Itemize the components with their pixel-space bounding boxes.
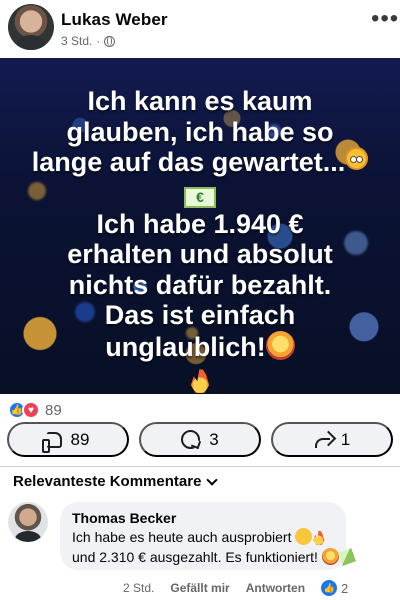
comment-reaction-count[interactable]: 👍 2 [321, 580, 348, 596]
post-text-line-7: Das ist einfach [104, 300, 296, 330]
post-text-line-3: lange auf das gewartet... [16, 147, 384, 178]
post-text-line-3-copy: lange auf das gewartet... [31, 147, 346, 177]
reaction-summary[interactable]: 👍 ♥ 89 [8, 399, 62, 421]
post-image-text: Ich kann es kaum glauben, ich habe so la… [16, 86, 384, 394]
comment-button[interactable]: 3 [139, 422, 261, 457]
post-text-line-1: Ich kann es kaum [87, 86, 313, 116]
post-text-line-8-copy: unglaublich! [105, 331, 266, 362]
post-text-line-2: glauben, ich habe so [66, 116, 334, 147]
meta-separator: · [96, 34, 101, 48]
love-reaction-icon: ♥ [22, 401, 40, 419]
comment-text-line-2-copy: und 2.310 € ausgezahlt. Es funktioniert! [72, 549, 318, 565]
comment-text-line-2: und 2.310 € ausgezahlt. Es funktioniert! [72, 547, 356, 567]
comments-section-title: Relevanteste Kommentare [13, 473, 202, 490]
comment-icon [181, 430, 201, 449]
post-text-line-8: unglaublich! [16, 330, 384, 363]
post-time[interactable]: 3 Std. [61, 34, 92, 48]
like-count: 89 [70, 429, 90, 449]
comment-reply-button[interactable]: Antworten [246, 581, 305, 595]
fire-icon [313, 528, 325, 545]
post-author-name[interactable]: Lukas Weber [61, 10, 168, 30]
post-image[interactable]: Ich kann es kaum glauben, ich habe so la… [0, 58, 400, 394]
share-button[interactable]: 1 [271, 422, 393, 457]
comment-like-count: 2 [341, 580, 349, 596]
mind-blown-icon [321, 548, 339, 565]
share-arrow-icon [314, 431, 332, 449]
thumb-up-icon [41, 431, 62, 453]
chevron-down-icon [206, 473, 219, 486]
post-meta: 3 Std. · [61, 34, 116, 48]
money-icon: € [184, 186, 216, 208]
comment-like-button[interactable]: Gefällt mir [170, 581, 229, 595]
like-button[interactable]: 89 [7, 422, 129, 457]
comment-time[interactable]: 2 Std. [123, 581, 154, 595]
comment-text-line-1: Ich habe es heute auch ausprobiert [72, 527, 334, 547]
money-with-wings-icon [337, 548, 356, 566]
public-globe-icon [104, 35, 116, 47]
comment-count: 3 [209, 429, 219, 449]
post-header: Lukas Weber 3 Std. · ••• [0, 0, 400, 58]
comment-text-line-1-copy: Ich habe es heute auch ausprobiert [72, 529, 292, 545]
commenter-avatar[interactable] [8, 502, 48, 542]
post-text-line-5: erhalten und absolut [67, 239, 333, 269]
flushed-face-icon [345, 147, 369, 170]
comment-author-name[interactable]: Thomas Becker [72, 509, 334, 527]
like-reaction-icon: 👍 [321, 580, 338, 596]
author-avatar[interactable] [8, 4, 54, 50]
post-text-line-6: nichts dafür bezahlt. [68, 269, 332, 300]
comments-sort-dropdown[interactable]: Relevanteste Kommentare [13, 473, 219, 490]
grinning-face-icon [295, 528, 313, 545]
reaction-count: 89 [45, 401, 62, 419]
comment-bubble: Thomas Becker Ich habe es heute auch aus… [60, 502, 356, 570]
more-options-icon[interactable]: ••• [371, 5, 399, 33]
share-count: 1 [340, 429, 351, 449]
post-actions: 89 3 1 [7, 422, 393, 457]
post-text-line-4: Ich habe 1.940 € [96, 208, 304, 239]
comment-actions: 2 Std. Gefällt mir Antworten 👍 2 [123, 580, 348, 596]
section-divider [0, 466, 400, 467]
fire-icon [190, 365, 210, 393]
mind-blown-icon [265, 330, 295, 360]
